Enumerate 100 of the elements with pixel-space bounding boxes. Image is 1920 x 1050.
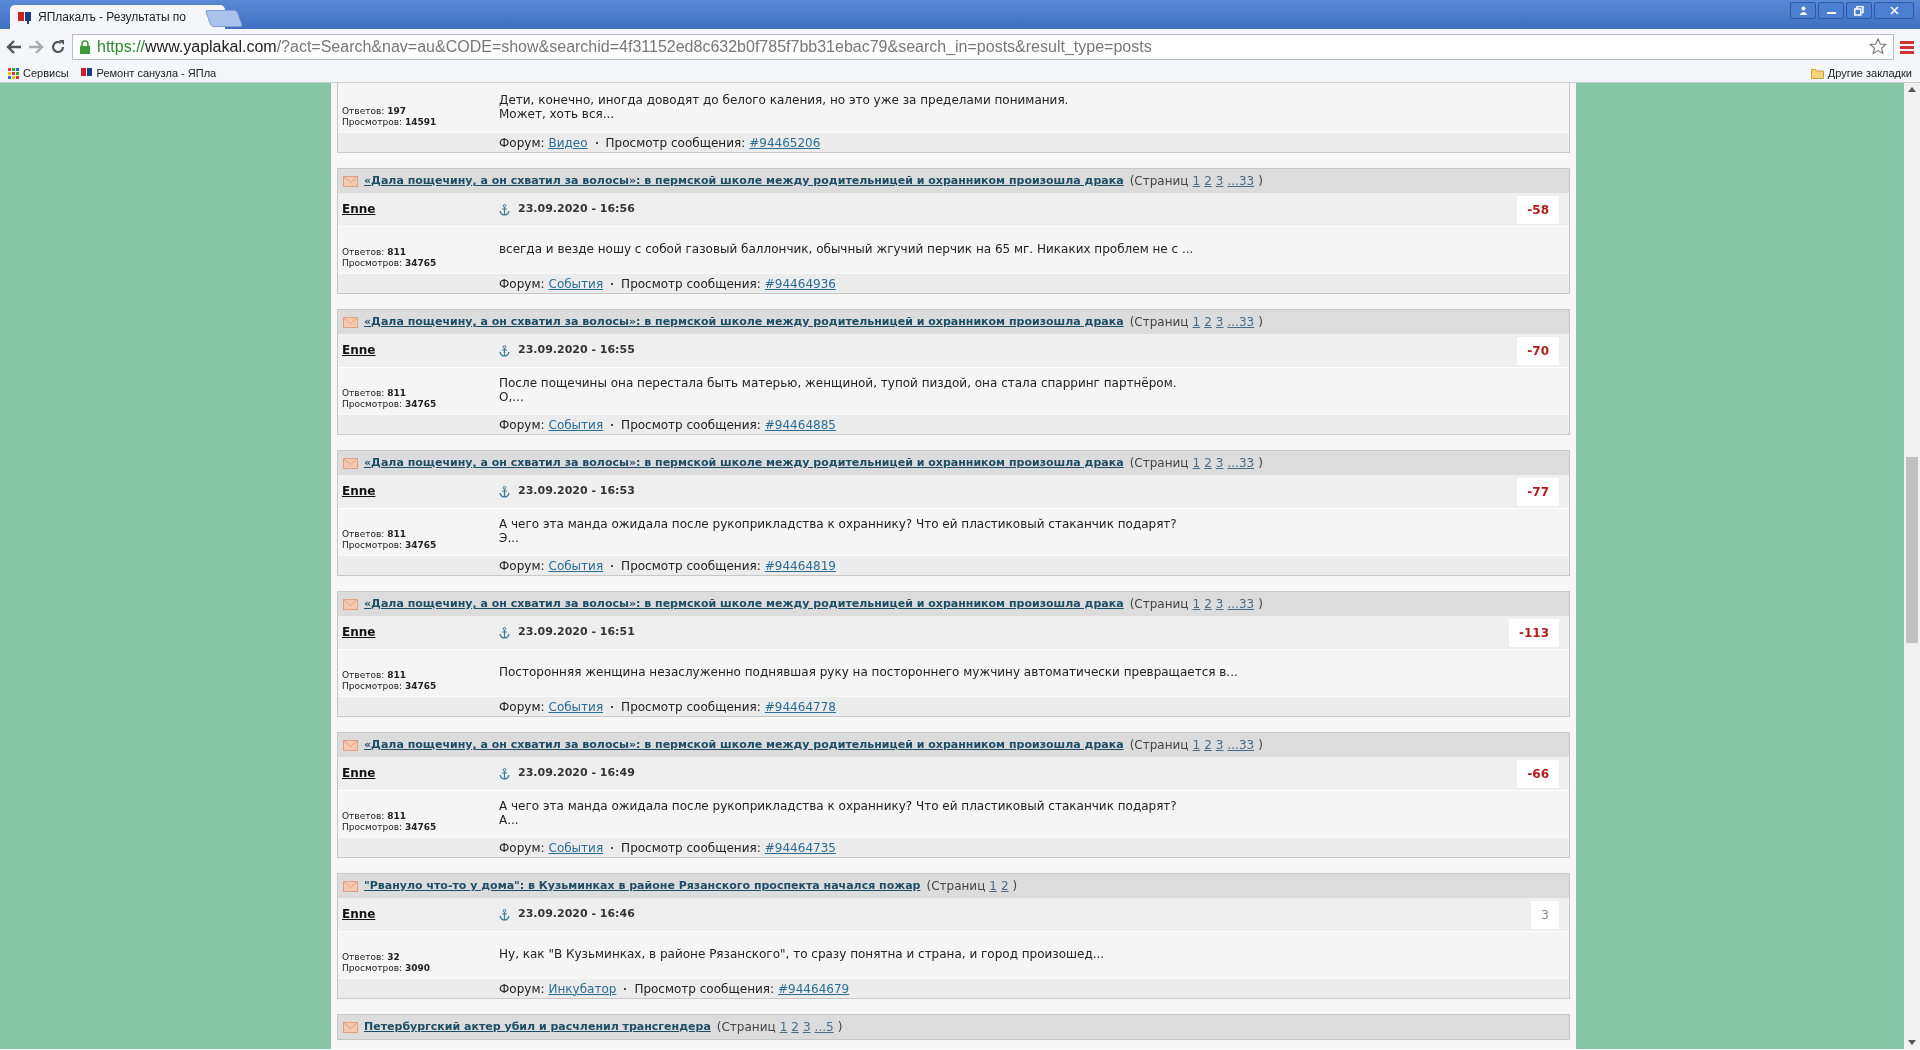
bookmark[interactable]: Другие закладки <box>1810 64 1912 82</box>
page-link[interactable]: ...33 <box>1227 454 1255 472</box>
topic-link[interactable]: «Дала пощечину, а он схватил за волосы»: в пермской школе между родительницей и охранником произошла драка <box>364 454 1124 472</box>
view-count: Просмотров: 34765 <box>342 257 438 268</box>
author-link[interactable]: Enne <box>342 625 376 640</box>
message-link[interactable]: #94464936 <box>764 274 836 293</box>
forum-link[interactable]: События <box>548 697 604 716</box>
author-link[interactable]: Enne <box>342 202 376 217</box>
reply-count: Ответов: 811 <box>342 670 407 681</box>
minimize-button[interactable] <box>1818 2 1844 19</box>
author-link[interactable]: Enne <box>342 907 376 922</box>
rating-value: -77 <box>1517 477 1559 506</box>
forum-link[interactable]: События <box>548 556 604 575</box>
bookmark[interactable]: Ремонт санузла - ЯПла <box>80 64 217 82</box>
anchor-icon <box>499 626 510 639</box>
page-link[interactable]: 3 <box>802 1018 811 1036</box>
forum-link[interactable]: Видео <box>548 133 588 152</box>
restore-button[interactable] <box>1846 2 1872 19</box>
folder-icon <box>1810 67 1824 79</box>
reply-count: Ответов: 811 <box>342 388 407 399</box>
pages-label: (Страниц <box>716 1019 776 1036</box>
forum-link[interactable]: События <box>548 838 604 857</box>
message-label: Просмотр сообщения: <box>621 416 761 434</box>
user-button[interactable] <box>1790 2 1816 19</box>
pages-close: ) <box>837 1019 843 1036</box>
view-count: Просмотров: 3090 <box>342 962 431 973</box>
view-count: Просмотров: 34765 <box>342 398 438 409</box>
page-link[interactable]: 3 <box>1215 595 1224 613</box>
reload-icon[interactable] <box>50 38 66 55</box>
page-link[interactable]: ...33 <box>1227 736 1255 754</box>
page-link[interactable]: 3 <box>1215 313 1224 331</box>
back-icon[interactable] <box>6 39 22 54</box>
message-link[interactable]: #94464778 <box>764 697 836 716</box>
page-link[interactable]: 3 <box>1215 172 1224 190</box>
rating-value: -58 <box>1517 195 1559 224</box>
message-label: Просмотр сообщения: <box>621 839 761 857</box>
topic-link[interactable]: Петербургский актер убил и расчленил трансгендера <box>364 1018 711 1036</box>
rating-value: 3 <box>1531 900 1559 929</box>
address-bar[interactable]: https://www.yaplakal.com/?act=Search&nav=au&CODE=show&searchid=4f31152ed8c632b0f785f7bb31ebac79&search_in=posts&result_type=posts <box>72 33 1894 60</box>
page-link[interactable]: 2 <box>1204 172 1212 190</box>
restore-icon <box>1854 5 1864 16</box>
message-label: Просмотр сообщения: <box>621 557 761 575</box>
browser-tab[interactable]: ЯПлакалъ - Результаты по <box>10 5 225 29</box>
forum-link[interactable]: Инкубатор <box>548 979 617 998</box>
page-link[interactable]: ...5 <box>814 1018 834 1036</box>
topic-link[interactable]: «Дала пощечину, а он схватил за волосы»: в пермской школе между родительницей и охранником произошла драка <box>364 736 1124 754</box>
page-link[interactable]: 1 <box>1192 313 1201 331</box>
message-link[interactable]: #94464819 <box>764 556 836 575</box>
view-count: Просмотров: 34765 <box>342 680 438 691</box>
page-link[interactable]: 3 <box>1215 454 1224 472</box>
anchor-icon <box>499 485 510 498</box>
page-link[interactable]: ...33 <box>1227 172 1255 190</box>
page-link[interactable]: 2 <box>1204 454 1212 472</box>
envelope-icon <box>343 1021 358 1033</box>
scroll-up-icon[interactable] <box>1908 87 1916 92</box>
page-link[interactable]: 1 <box>989 877 997 895</box>
page-link[interactable]: 2 <box>1204 736 1212 754</box>
page-link[interactable]: 2 <box>1204 313 1212 331</box>
topic-link[interactable]: «Дала пощечину, а он схватил за волосы»: в пермской школе между родительницей и охранником произошла драка <box>364 313 1124 331</box>
forum-label: Форум: <box>499 557 545 575</box>
message-link[interactable]: #94464885 <box>764 415 836 434</box>
menu-icon[interactable] <box>1900 39 1914 54</box>
close-icon <box>1889 6 1899 15</box>
page-link[interactable]: 1 <box>779 1018 788 1036</box>
scroll-thumb[interactable] <box>1906 457 1918 643</box>
message-link[interactable]: #94464735 <box>764 838 836 857</box>
forum-link[interactable]: События <box>548 274 604 293</box>
author-link[interactable]: Enne <box>342 343 376 358</box>
author-link[interactable]: Enne <box>342 484 376 499</box>
pages-label: (Страниц <box>926 878 986 895</box>
post-text: Ну, как "В Кузьминках, в районе Рязанского", то сразу понятна и страна, и город произошед... <box>499 948 1106 962</box>
page-link[interactable]: 2 <box>1204 595 1212 613</box>
page-link[interactable]: ...33 <box>1227 595 1255 613</box>
page-link[interactable]: 2 <box>791 1018 799 1036</box>
view-count: Просмотров: 14591 <box>342 116 438 127</box>
scroll-down-icon[interactable] <box>1908 1040 1916 1045</box>
message-link[interactable]: #94465206 <box>749 133 821 152</box>
close-button[interactable] <box>1874 2 1914 19</box>
scrollbar[interactable] <box>1904 83 1920 1049</box>
page-link[interactable]: 3 <box>1215 736 1224 754</box>
bookmark[interactable]: Сервисы <box>8 64 69 82</box>
post-text: всегда и везде ношу с собой газовый баллончик, обычный жгучий перчик на 65 мг. Никаких проблем не с ... <box>499 243 1195 257</box>
author-link[interactable]: Enne <box>342 766 376 781</box>
page-link[interactable]: ...33 <box>1227 313 1255 331</box>
page-link[interactable]: 1 <box>1192 595 1201 613</box>
topic-link[interactable]: "Рвануло что-то у дома": в Кузьминках в районе Рязанского проспекта начался пожар <box>364 877 921 895</box>
forum-link[interactable]: События <box>548 415 604 434</box>
page-link[interactable]: 2 <box>1000 877 1009 895</box>
message-link[interactable]: #94464679 <box>778 979 850 998</box>
pages-label: (Страниц <box>1129 455 1189 472</box>
star-icon[interactable] <box>1869 38 1887 55</box>
pages-close: ) <box>1258 596 1263 613</box>
page-link[interactable]: 1 <box>1192 736 1201 754</box>
topic-link[interactable]: «Дала пощечину, а он схватил за волосы»: в пермской школе между родительницей и охранником произошла драка <box>364 595 1124 613</box>
reply-count: Ответов: 32 <box>342 952 401 963</box>
page-link[interactable]: 1 <box>1192 172 1201 190</box>
post-date: 23.09.2020 - 16:53 <box>518 483 635 500</box>
page-link[interactable]: 1 <box>1192 454 1201 472</box>
post-text: А... <box>499 814 520 828</box>
topic-link[interactable]: «Дала пощечину, а он схватил за волосы»: в пермской школе между родительницей и охранником произошла драка <box>364 172 1124 190</box>
